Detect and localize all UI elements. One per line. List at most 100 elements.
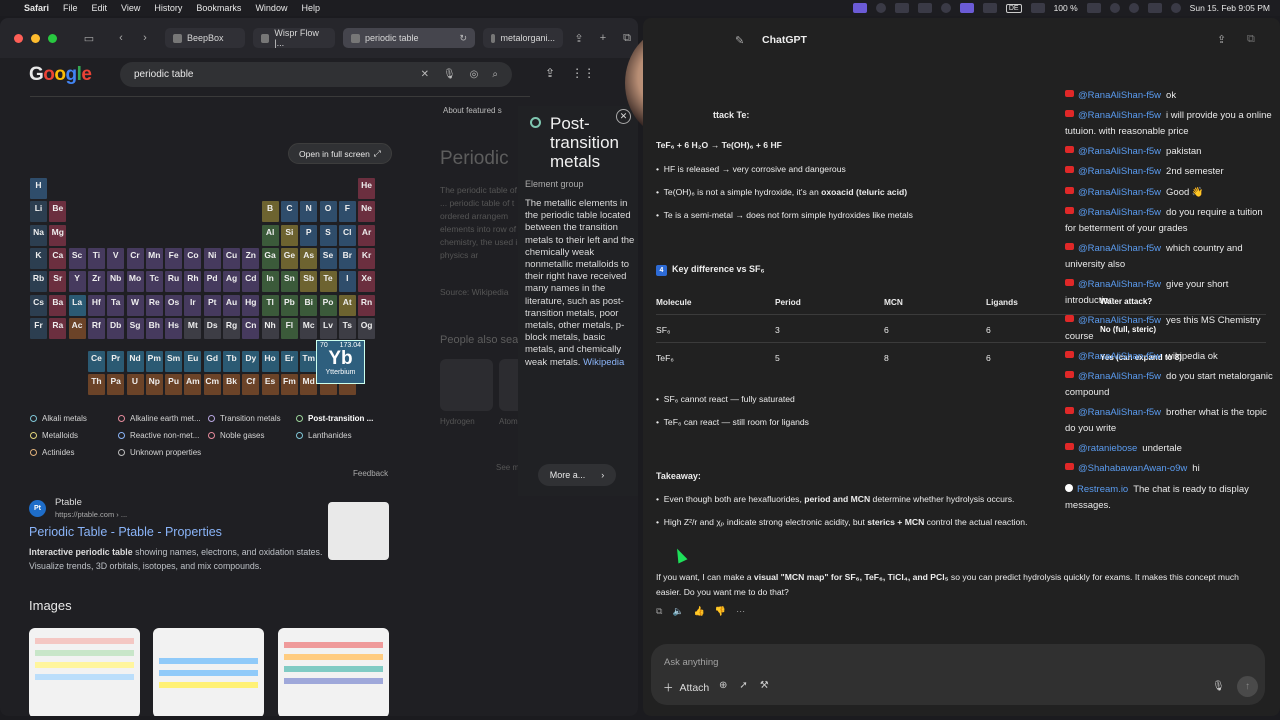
element-cell[interactable]: Tm [300,351,318,373]
siri-icon[interactable] [1170,3,1181,13]
element-cell[interactable]: Ca [49,247,67,269]
element-cell[interactable]: Pt [203,294,221,316]
element-cell[interactable]: Ru [165,271,183,293]
feedback-link[interactable]: Feedback [353,469,388,478]
vpn-icon[interactable] [875,3,886,13]
element-cell[interactable]: Pr [107,351,125,373]
element-cell[interactable]: At [338,294,356,316]
element-cell[interactable]: Ne [358,201,376,223]
menu-view[interactable]: View [121,3,140,13]
menu-bookmarks[interactable]: Bookmarks [196,3,241,13]
element-cell[interactable]: As [300,247,318,269]
more-icon[interactable]: ⋯ [736,606,745,617]
element-cell[interactable]: Mc [300,317,318,339]
menu-help[interactable]: Help [301,3,320,13]
share-page-icon[interactable]: ⇪ [545,66,555,80]
element-cell[interactable]: Gd [203,351,221,373]
legend-item[interactable]: Unknown properties [118,448,201,457]
element-cell[interactable]: Zn [242,247,260,269]
new-chat-icon[interactable]: ✎ [735,34,744,47]
google-logo[interactable]: Google [29,64,92,86]
element-cell[interactable]: N [300,201,318,223]
element-cell[interactable]: Tc [145,271,163,293]
element-cell[interactable]: Re [145,294,163,316]
image-result[interactable] [153,628,264,716]
image-result[interactable] [29,628,140,716]
apps-grid-icon[interactable]: ⋮⋮ [571,66,595,80]
element-cell[interactable]: Np [145,374,163,396]
back-icon[interactable]: ‹ [113,32,129,44]
element-cell[interactable]: Dy [242,351,260,373]
read-aloud-icon[interactable]: 🔈 [672,606,683,617]
legend-item[interactable]: Noble gases [208,431,264,440]
lens-icon[interactable]: ◎ [470,69,479,80]
element-cell[interactable]: Os [165,294,183,316]
element-cell[interactable]: C [280,201,298,223]
element-cell[interactable]: Ge [280,247,298,269]
new-tab-icon[interactable]: + [595,32,611,44]
legend-item[interactable]: Reactive non-met... [118,431,199,440]
element-cell[interactable]: Mo [126,271,144,293]
search-icon[interactable]: ⌕ [492,69,498,80]
element-cell[interactable]: Og [358,317,376,339]
result-title-link[interactable]: Periodic Table - Ptable - Properties [29,525,222,539]
element-cell[interactable]: Te [319,271,337,293]
element-cell[interactable]: In [261,271,279,293]
search-input[interactable]: periodic table [134,69,193,80]
tab-periodic-table[interactable]: periodic table ↻ [343,28,475,48]
element-cell[interactable]: Nb [107,271,125,293]
element-cell[interactable]: Zr [87,271,105,293]
element-cell[interactable]: Ho [261,351,279,373]
element-cell[interactable]: Li [30,201,47,223]
element-cell[interactable]: Sm [165,351,183,373]
element-cell[interactable]: Pb [280,294,298,316]
element-cell[interactable]: Md [300,374,318,396]
element-cell[interactable]: Sg [126,317,144,339]
result-thumbnail[interactable] [328,502,389,560]
wikipedia-link[interactable]: Wikipedia [583,357,624,368]
send-button[interactable]: ↑ [1237,676,1258,697]
window-icon[interactable]: ⧉ [1247,33,1255,46]
element-cell[interactable]: Ga [261,247,279,269]
legend-item[interactable]: Alkali metals [30,414,87,423]
element-cell[interactable]: La [68,294,86,316]
microphone-icon[interactable]: 🎙 [443,69,456,80]
element-cell[interactable]: Rh [184,271,202,293]
sidebar-icon[interactable]: ▭ [81,32,97,45]
element-cell[interactable]: Cu [223,247,240,269]
menu-history[interactable]: History [154,3,182,13]
element-cell[interactable]: Cd [242,271,260,293]
element-cell[interactable]: Cm [203,374,221,396]
element-cell[interactable]: Pa [107,374,125,396]
element-cell[interactable]: Ti [87,247,105,269]
battery-icon[interactable] [1086,3,1101,13]
element-cell[interactable]: Kr [358,247,376,269]
reload-icon[interactable]: ↻ [459,33,467,44]
element-cell[interactable]: W [126,294,144,316]
element-cell[interactable]: Ds [203,317,221,339]
element-cell[interactable]: S [319,224,337,246]
element-cell[interactable]: Si [280,224,298,246]
model-selector[interactable]: ChatGPT [762,34,807,46]
control-center-icon[interactable] [1147,3,1162,13]
menu-clock[interactable]: Sun 15. Feb 9:05 PM [1190,3,1270,13]
microphone-icon[interactable]: 🎙 [1212,681,1225,692]
hydrogen-thumbnail[interactable] [440,359,493,411]
element-cell[interactable]: Cf [242,374,260,396]
element-cell[interactable]: Nh [261,317,279,339]
element-cell[interactable]: K [30,247,47,269]
menu-edit[interactable]: Edit [92,3,108,13]
element-cell[interactable]: Bh [145,317,163,339]
element-cell[interactable]: Hg [242,294,260,316]
legend-item[interactable]: Alkaline earth met... [118,414,201,423]
element-cell[interactable]: Co [184,247,202,269]
element-cell[interactable]: Es [261,374,279,396]
volume-icon[interactable] [982,3,997,13]
element-cell[interactable]: B [261,201,279,223]
element-cell[interactable]: Be [49,201,67,223]
element-cell[interactable]: Th [87,374,105,396]
element-cell[interactable]: Cl [338,224,356,246]
element-cell[interactable]: Ar [358,224,376,246]
element-cell[interactable]: H [30,178,47,199]
element-cell[interactable]: Cn [242,317,260,339]
